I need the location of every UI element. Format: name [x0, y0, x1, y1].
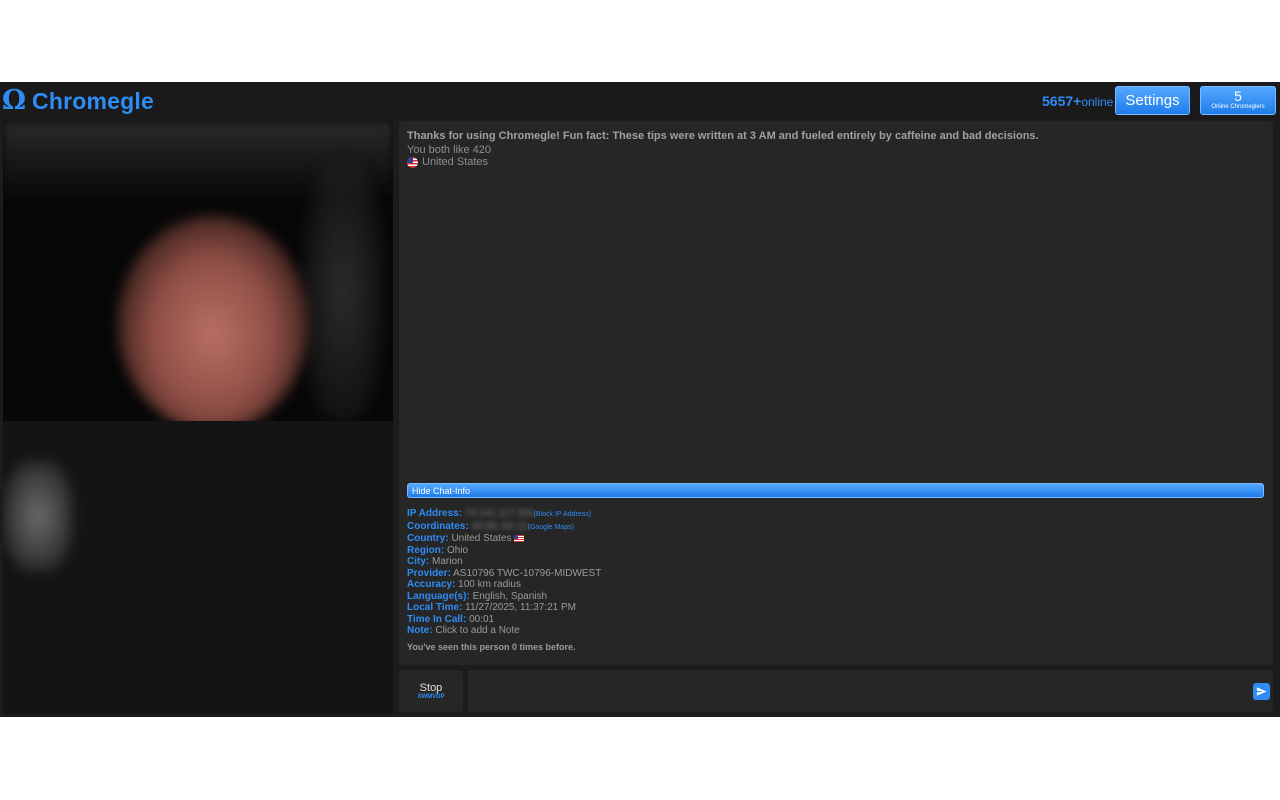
- blurred-face: [118, 216, 308, 431]
- info-local-time-value: 11/27/2025, 11:37:21 PM: [465, 602, 576, 613]
- video-shade-right: [303, 161, 383, 421]
- send-button[interactable]: [1253, 683, 1270, 700]
- info-local-time-label: Local Time:: [407, 602, 463, 613]
- info-local-time: Local Time: 11/27/2025, 11:37:21 PM: [407, 602, 601, 614]
- logo[interactable]: Ω Chromegle: [2, 87, 154, 115]
- us-flag-icon: [514, 534, 525, 542]
- chromegle-app: Ω Chromegle 5657+online Settings 5 Onlin…: [0, 82, 1280, 717]
- send-icon: [1256, 687, 1267, 696]
- us-flag-icon: [407, 156, 418, 168]
- info-country-label: Country:: [407, 533, 449, 544]
- info-city-value: Marion: [432, 556, 463, 567]
- chat-log[interactable]: Thanks for using Chromegle! Fun fact: Th…: [399, 121, 1273, 665]
- info-city-label: City:: [407, 556, 430, 567]
- info-coordinates-label: Coordinates:: [407, 520, 469, 532]
- partner-country-name: United States: [422, 156, 489, 168]
- online-count-number: 5657+: [1042, 93, 1082, 109]
- info-note-label: Note:: [407, 625, 433, 636]
- self-video-highlight: [3, 461, 73, 571]
- chromeglers-label: Online Chromeglers: [1211, 104, 1265, 110]
- online-count-label: online: [1081, 95, 1114, 109]
- stop-button[interactable]: Stop XWMVDP: [399, 670, 463, 712]
- omega-logo-icon: Ω: [2, 85, 27, 116]
- self-video: [3, 421, 393, 714]
- info-languages-value: English, Spanish: [472, 590, 548, 602]
- chromeglers-count: 5: [1234, 88, 1242, 104]
- block-ip-link[interactable]: (Block IP Address): [534, 511, 591, 518]
- info-region: Region: Ohio: [407, 545, 601, 557]
- chromegle-tip: Thanks for using Chromegle! Fun fact: Th…: [407, 130, 1039, 142]
- add-note-link[interactable]: Click to add a Note: [435, 625, 520, 636]
- info-accuracy-value: 100 km radius: [458, 579, 521, 590]
- info-time-in-call-label: Time In Call:: [407, 613, 467, 625]
- info-ip-value[interactable]: 74.141.117.200: [465, 508, 534, 519]
- seen-count: You've seen this person 0 times before.: [407, 642, 576, 652]
- info-provider: Provider: AS10796 TWC-10796-MIDWEST: [407, 568, 601, 580]
- message-input[interactable]: [468, 670, 1273, 712]
- info-country: Country: United States: [407, 533, 601, 545]
- info-note: Note: Click to add a Note: [407, 625, 601, 637]
- stop-label: Stop: [419, 682, 443, 694]
- settings-button[interactable]: Settings: [1115, 86, 1190, 115]
- info-coordinates-value: 40.58,-83.12: [471, 520, 528, 532]
- top-bar: Ω Chromegle 5657+online Settings 5 Onlin…: [0, 82, 1280, 120]
- info-provider-value: AS10796 TWC-10796-MIDWEST: [453, 567, 602, 579]
- info-coordinates: Coordinates: 40.58,-83.12(Google Maps): [407, 521, 601, 534]
- info-languages: Language(s): English, Spanish: [407, 591, 601, 603]
- hide-chat-info-button[interactable]: Hide Chat-Info: [407, 483, 1264, 498]
- info-ip: IP Address: 74.141.117.200(Block IP Addr…: [407, 508, 601, 521]
- info-country-value: United States: [451, 533, 512, 544]
- info-languages-label: Language(s):: [407, 590, 470, 602]
- google-maps-link[interactable]: (Google Maps): [528, 524, 574, 531]
- info-time-in-call-value: 00:01: [469, 613, 495, 625]
- info-accuracy: Accuracy: 100 km radius: [407, 579, 601, 591]
- logo-text: Chromegle: [32, 88, 154, 114]
- info-region-value: Ohio: [447, 544, 469, 556]
- online-count: 5657+online: [1042, 93, 1113, 111]
- info-time-in-call: Time In Call: 00:01: [407, 614, 601, 626]
- info-city: City: Marion: [407, 556, 601, 568]
- info-accuracy-label: Accuracy:: [407, 579, 456, 590]
- chat-info-list: IP Address: 74.141.117.200(Block IP Addr…: [407, 508, 601, 637]
- info-region-label: Region:: [407, 544, 445, 556]
- online-chromeglers-button[interactable]: 5 Online Chromeglers: [1200, 86, 1276, 115]
- stop-code: XWMVDP: [417, 694, 445, 700]
- common-interests: You both like 420: [407, 144, 491, 156]
- partner-country: United States: [407, 156, 488, 168]
- info-provider-label: Provider:: [407, 567, 451, 579]
- info-ip-label: IP Address:: [407, 508, 463, 519]
